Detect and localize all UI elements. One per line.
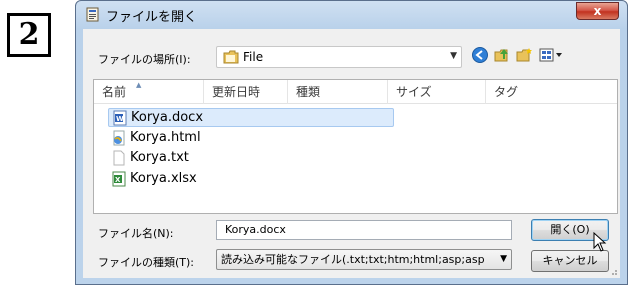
folder-icon bbox=[223, 50, 239, 64]
file-type-value: 読み込み可能なファイル(.txt;txt;htm;html;asp;asp bbox=[221, 253, 485, 266]
app-icon bbox=[86, 7, 99, 22]
excel-file-icon: X bbox=[112, 171, 126, 186]
file-row-docx[interactable]: W Korya.docx bbox=[108, 108, 394, 127]
file-row-xlsx[interactable]: X Korya.xlsx bbox=[108, 169, 394, 188]
file-name: Korya.xlsx bbox=[130, 171, 197, 186]
view-menu-icon[interactable] bbox=[539, 46, 565, 64]
chevron-down-icon[interactable]: ▼ bbox=[450, 51, 457, 61]
file-type-select[interactable]: 読み込み可能なファイル(.txt;txt;htm;html;asp;asp ▼ bbox=[216, 249, 512, 270]
file-row-txt[interactable]: Korya.txt bbox=[108, 148, 394, 167]
file-type-label: ファイルの種類(T): bbox=[98, 256, 195, 269]
dialog-body: ファイルの場所(I): File ▼ 名前 ▲ 更新日時 種類 サイズ タグ W… bbox=[83, 29, 620, 278]
svg-text:W: W bbox=[116, 115, 124, 123]
column-header-size[interactable]: サイズ bbox=[388, 80, 486, 104]
back-icon[interactable] bbox=[471, 46, 489, 64]
open-file-dialog: ファイルを開く x ファイルの場所(I): File ▼ 名前 ▲ 更新日時 種… bbox=[75, 0, 628, 285]
mouse-cursor-icon bbox=[593, 232, 607, 252]
file-name: Korya.html bbox=[130, 130, 201, 145]
column-header-row: 名前 ▲ 更新日時 種類 サイズ タグ bbox=[94, 80, 617, 104]
file-name: Korya.txt bbox=[130, 150, 189, 165]
look-in-value: File bbox=[243, 50, 264, 64]
title-bar[interactable]: ファイルを開く x bbox=[76, 1, 627, 29]
look-in-combo[interactable]: File ▼ bbox=[216, 46, 462, 68]
column-header-tags[interactable]: タグ bbox=[486, 80, 618, 104]
file-name-label: ファイル名(N): bbox=[98, 227, 174, 240]
column-header-type[interactable]: 種類 bbox=[288, 80, 388, 104]
sort-ascending-icon: ▲ bbox=[136, 81, 142, 89]
column-header-name[interactable]: 名前 ▲ bbox=[94, 80, 204, 104]
file-name-input[interactable]: Korya.docx bbox=[216, 220, 512, 240]
file-row-html[interactable]: Korya.html bbox=[108, 128, 394, 147]
step-number-badge: 2 bbox=[7, 13, 51, 57]
file-list[interactable]: 名前 ▲ 更新日時 種類 サイズ タグ W Korya.docx Korya.h… bbox=[93, 79, 618, 214]
text-file-icon bbox=[113, 150, 125, 165]
close-button[interactable]: x bbox=[576, 2, 619, 20]
html-file-icon bbox=[113, 130, 125, 145]
up-folder-icon[interactable] bbox=[493, 46, 511, 64]
chevron-down-icon[interactable]: ▼ bbox=[500, 250, 507, 269]
new-folder-icon[interactable] bbox=[515, 46, 533, 64]
svg-text:X: X bbox=[115, 176, 121, 184]
word-doc-icon: W bbox=[113, 110, 127, 125]
file-name: Korya.docx bbox=[131, 110, 204, 125]
look-in-label: ファイルの場所(I): bbox=[98, 53, 191, 66]
column-header-modified[interactable]: 更新日時 bbox=[204, 80, 288, 104]
resize-grip-icon[interactable] bbox=[608, 266, 618, 276]
window-title: ファイルを開く bbox=[106, 10, 198, 25]
